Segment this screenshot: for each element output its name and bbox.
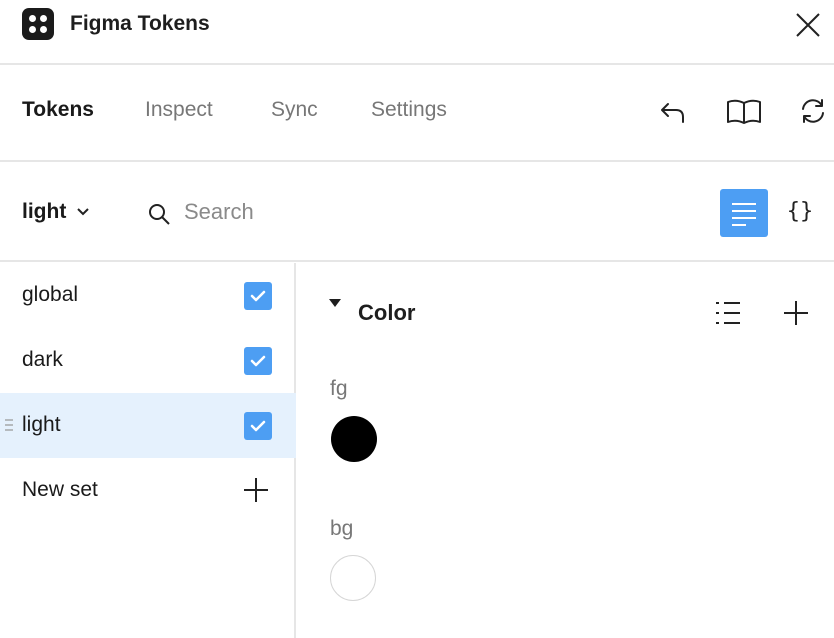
- set-item-light[interactable]: light: [0, 393, 296, 458]
- token-swatch-fg[interactable]: [331, 416, 377, 462]
- json-view-icon[interactable]: {}: [782, 196, 818, 228]
- token-name: bg: [330, 517, 354, 540]
- drag-handle-icon[interactable]: [4, 417, 14, 433]
- set-checkbox[interactable]: [244, 282, 272, 310]
- app-logo: [22, 8, 54, 40]
- app-title: Figma Tokens: [70, 12, 210, 35]
- set-label: dark: [22, 348, 63, 371]
- new-set-label: New set: [22, 478, 98, 501]
- tab-sync[interactable]: Sync: [271, 98, 318, 122]
- title-bar: Figma Tokens: [0, 0, 834, 65]
- token-name: fg: [330, 377, 348, 400]
- close-icon[interactable]: [794, 11, 822, 39]
- set-label: light: [22, 413, 61, 436]
- plus-icon[interactable]: [242, 476, 270, 504]
- check-icon: [250, 355, 266, 367]
- token-toolbar: light {}: [0, 162, 834, 262]
- search-input[interactable]: [184, 194, 684, 230]
- theme-select-label: light: [22, 200, 67, 223]
- tab-bar: Tokens Inspect Sync Settings: [0, 66, 834, 162]
- tab-tokens[interactable]: Tokens: [22, 98, 94, 122]
- theme-select[interactable]: light: [22, 200, 90, 224]
- plus-icon[interactable]: [782, 299, 810, 327]
- refresh-icon[interactable]: [798, 96, 828, 126]
- triangle-down-icon[interactable]: [328, 297, 342, 309]
- set-item-dark[interactable]: dark: [0, 328, 296, 393]
- set-checkbox[interactable]: [244, 347, 272, 375]
- new-set-button[interactable]: New set: [0, 458, 296, 523]
- undo-icon[interactable]: [658, 96, 688, 126]
- list-view-icon: [732, 203, 756, 226]
- chevron-down-icon: [77, 208, 90, 216]
- set-item-global[interactable]: global: [0, 263, 296, 328]
- list-icon[interactable]: [714, 299, 742, 327]
- token-set-list: global dark light New set: [0, 263, 296, 638]
- tab-inspect[interactable]: Inspect: [145, 98, 213, 122]
- set-label: global: [22, 283, 79, 306]
- token-swatch-bg[interactable]: [330, 555, 376, 601]
- set-checkbox[interactable]: [244, 412, 272, 440]
- tab-settings[interactable]: Settings: [371, 98, 447, 122]
- group-title[interactable]: Color: [358, 300, 415, 326]
- book-icon[interactable]: [726, 96, 762, 126]
- check-icon: [250, 420, 266, 432]
- list-view-button[interactable]: [720, 189, 768, 237]
- search-icon: [149, 204, 170, 225]
- token-panel: Color fg bg: [298, 263, 834, 638]
- check-icon: [250, 290, 266, 302]
